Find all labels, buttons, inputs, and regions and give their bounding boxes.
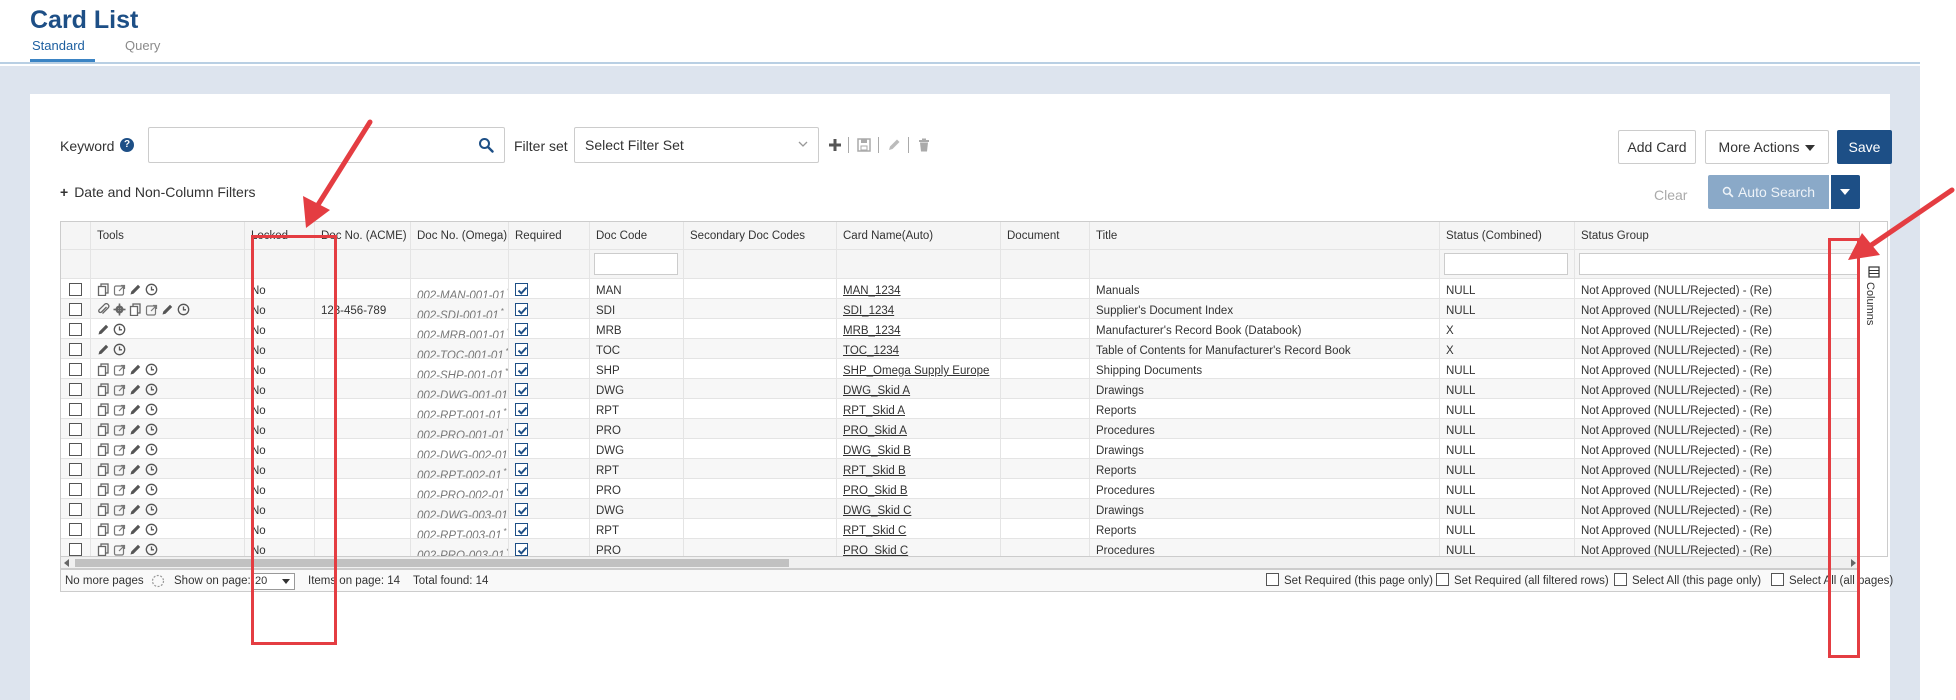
annotation-arrows: [303, 119, 1955, 260]
